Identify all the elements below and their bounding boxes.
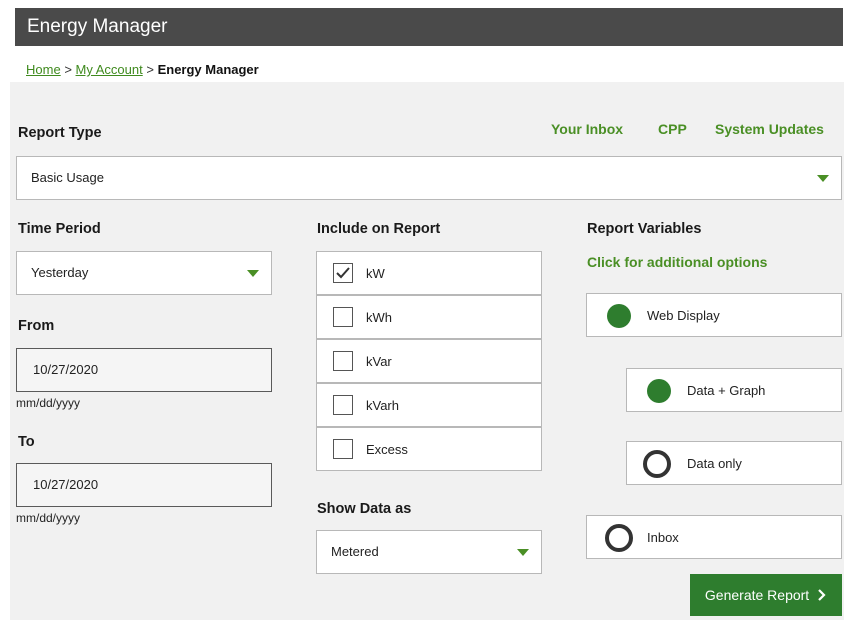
- include-item-label: kWh: [366, 310, 392, 325]
- chevron-down-icon: [247, 270, 259, 277]
- include-item-excess[interactable]: Excess: [316, 427, 542, 471]
- generate-report-label: Generate Report: [704, 587, 810, 603]
- option-label: Inbox: [647, 530, 679, 545]
- breadcrumb-separator: >: [64, 62, 72, 77]
- report-type-label: Report Type: [18, 125, 102, 141]
- radio-selected-icon: [647, 379, 671, 403]
- include-item-label: kVar: [366, 354, 392, 369]
- report-type-select[interactable]: Basic Usage: [16, 156, 842, 200]
- include-item-kvar[interactable]: kVar: [316, 339, 542, 383]
- chevron-right-icon: [818, 589, 826, 601]
- from-date-format-hint: mm/dd/yyyy: [16, 396, 81, 410]
- to-date-format-hint: mm/dd/yyyy: [16, 511, 81, 525]
- breadcrumb: Home > My Account > Energy Manager: [26, 62, 259, 77]
- to-date-value: 10/27/2020: [33, 477, 99, 492]
- include-item-kw[interactable]: kW: [316, 251, 542, 295]
- include-item-kvarh[interactable]: kVarh: [316, 383, 542, 427]
- include-item-label: Excess: [366, 442, 408, 457]
- checkbox-unchecked[interactable]: [333, 307, 353, 327]
- include-item-label: kVarh: [366, 398, 399, 413]
- cpp-link[interactable]: CPP: [658, 121, 687, 137]
- option-web-display[interactable]: Web Display: [586, 293, 842, 337]
- time-period-label: Time Period: [18, 221, 101, 237]
- show-data-as-label: Show Data as: [317, 501, 412, 517]
- include-item-kwh[interactable]: kWh: [316, 295, 542, 339]
- include-on-report-label: Include on Report: [317, 221, 441, 237]
- report-variables-label: Report Variables: [587, 221, 702, 237]
- include-item-label: kW: [366, 266, 385, 281]
- generate-report-button[interactable]: Generate Report: [690, 574, 842, 616]
- from-date-input[interactable]: 10/27/2020: [16, 348, 272, 392]
- option-label: Data + Graph: [687, 383, 766, 398]
- show-data-as-value: Metered: [331, 544, 379, 559]
- chevron-down-icon: [817, 175, 829, 182]
- checkbox-checked[interactable]: [333, 263, 353, 283]
- breadcrumb-account-link[interactable]: My Account: [76, 62, 143, 77]
- show-data-as-select[interactable]: Metered: [316, 530, 542, 574]
- system-updates-link[interactable]: System Updates: [715, 121, 824, 137]
- checkbox-unchecked[interactable]: [333, 351, 353, 371]
- option-inbox[interactable]: Inbox: [586, 515, 842, 559]
- to-label: To: [18, 434, 35, 450]
- breadcrumb-separator: >: [146, 62, 154, 77]
- option-label: Web Display: [647, 308, 720, 323]
- window-title: Energy Manager: [27, 16, 168, 37]
- breadcrumb-home-link[interactable]: Home: [26, 62, 61, 77]
- time-period-value: Yesterday: [31, 265, 89, 280]
- your-inbox-link[interactable]: Your Inbox: [551, 121, 623, 137]
- breadcrumb-current: Energy Manager: [157, 62, 259, 77]
- to-date-input[interactable]: 10/27/2020: [16, 463, 272, 507]
- radio-selected-icon: [607, 304, 631, 328]
- chevron-down-icon: [517, 549, 529, 556]
- time-period-select[interactable]: Yesterday: [16, 251, 272, 295]
- checkbox-unchecked[interactable]: [333, 439, 353, 459]
- window-title-bar: Energy Manager: [15, 8, 843, 46]
- checkbox-unchecked[interactable]: [333, 395, 353, 415]
- option-data-graph[interactable]: Data + Graph: [626, 368, 842, 412]
- from-label: From: [18, 318, 55, 334]
- report-type-value: Basic Usage: [31, 170, 104, 185]
- from-date-value: 10/27/2020: [33, 362, 99, 377]
- option-data-only[interactable]: Data only: [626, 441, 842, 485]
- radio-unselected-icon: [643, 450, 671, 478]
- option-label: Data only: [687, 456, 742, 471]
- additional-options-link[interactable]: Click for additional options: [587, 254, 767, 270]
- check-icon: [336, 267, 350, 279]
- radio-unselected-icon: [605, 524, 633, 552]
